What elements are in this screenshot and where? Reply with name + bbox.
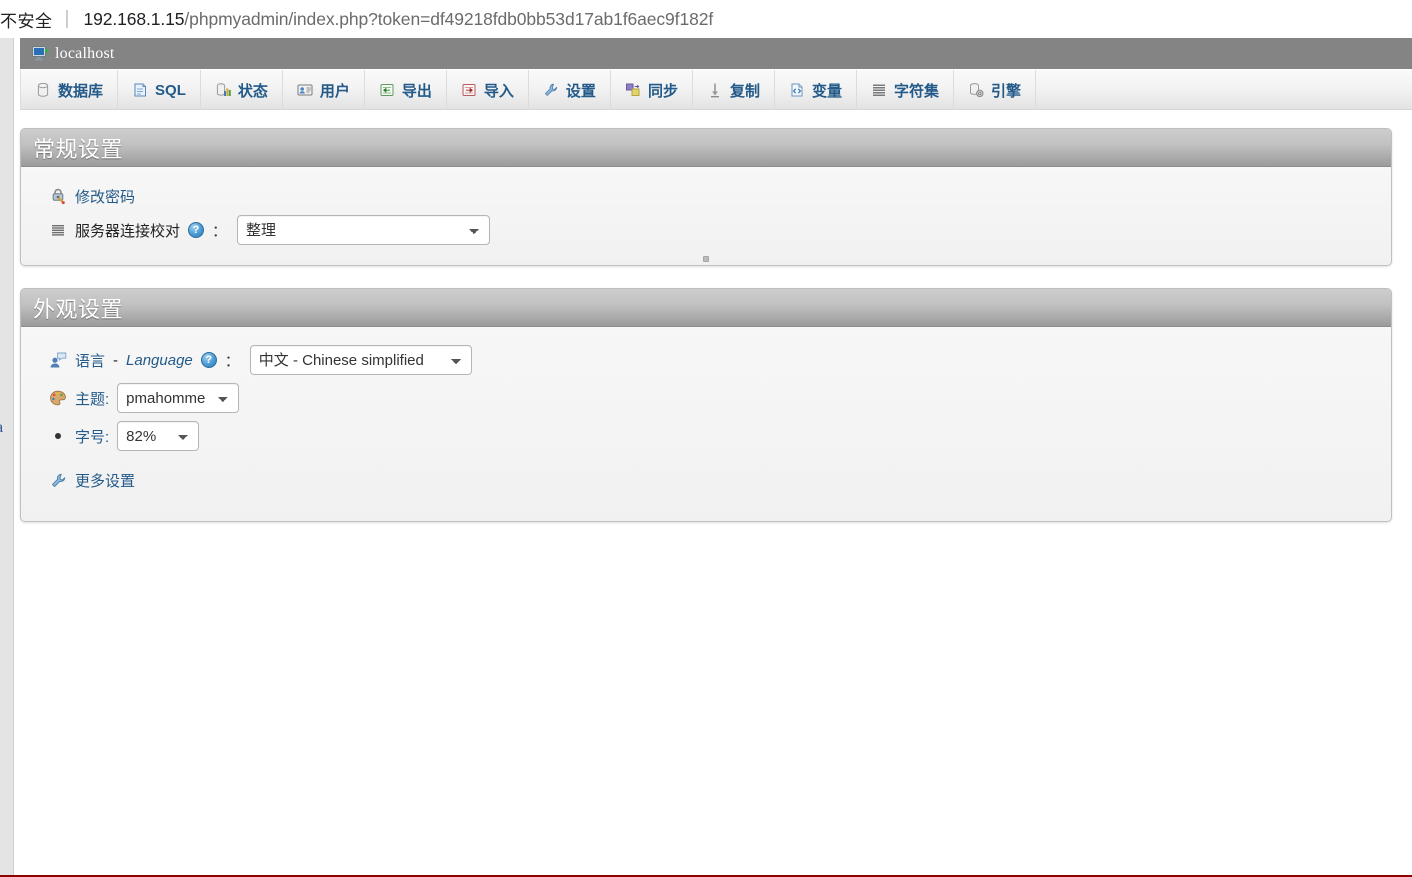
status-chart-icon: [215, 82, 231, 98]
main-tab-bar: 数据库 SQL 状态 用户 导出 导入 设置 同步 复制 变量 字符集 引擎: [20, 70, 1412, 110]
font-size-label: 字号:: [75, 428, 110, 446]
replication-icon: [707, 82, 723, 98]
tab-users[interactable]: 用户: [283, 70, 365, 110]
language-person-icon: [49, 351, 67, 369]
tab-variables[interactable]: 变量: [775, 70, 857, 110]
users-card-icon: [297, 82, 313, 98]
tab-label: 导入: [483, 82, 514, 100]
language-label-cn: 语言: [75, 352, 106, 370]
tab-charsets[interactable]: 字符集: [857, 70, 954, 110]
language-label-en: Language: [126, 351, 193, 369]
page-viewport: a localhost: [0, 38, 1412, 877]
wrench-icon: [49, 471, 67, 489]
tab-label: 用户: [319, 82, 350, 100]
tab-label: 同步: [647, 82, 678, 100]
panel-resize-grip[interactable]: [703, 256, 709, 262]
tab-label: 字符集: [893, 82, 939, 100]
tab-label: 引擎: [991, 82, 1022, 100]
connection-collation-colon: ：: [212, 222, 228, 240]
tab-label: 复制: [729, 82, 760, 100]
language-colon: ：: [224, 352, 240, 370]
database-icon: [35, 82, 51, 98]
sql-document-icon: [132, 82, 148, 98]
general-settings-panel: 常规设置 修改密码 服务器连接校对 ? ： 整理: [20, 128, 1392, 266]
tab-label: 状态: [237, 82, 268, 100]
appearance-settings-panel: 外观设置 语言 - Language ? ： 中文 - Chinese simp…: [20, 288, 1392, 522]
import-icon: [461, 82, 477, 98]
tab-export[interactable]: 导出: [365, 70, 447, 110]
tab-settings[interactable]: 设置: [529, 70, 611, 110]
page-title: 外观设置: [33, 296, 124, 322]
change-password-link[interactable]: 修改密码: [75, 186, 135, 207]
bullet-dot-icon: [49, 427, 67, 445]
main-content: localhost 数据库 SQL 状态 用户 导出 导入 设置 同步 复制 变…: [20, 38, 1412, 877]
navigation-sidebar-strip[interactable]: a: [0, 38, 14, 877]
collation-lines-icon: [49, 221, 67, 239]
server-header: localhost: [20, 38, 1412, 70]
theme-select[interactable]: pmahomme: [117, 383, 240, 413]
more-settings-link[interactable]: 更多设置: [75, 470, 135, 491]
tab-label: SQL: [155, 81, 186, 99]
connection-collation-select[interactable]: 整理: [237, 215, 491, 245]
font-size-row: 字号: 82%: [21, 417, 1391, 455]
tab-databases[interactable]: 数据库: [20, 70, 119, 110]
tab-label: 数据库: [58, 82, 104, 100]
change-password-row[interactable]: 修改密码: [21, 181, 1391, 211]
tab-synchronize[interactable]: 同步: [611, 70, 693, 110]
help-question-icon[interactable]: ?: [200, 352, 217, 368]
server-monitor-icon: [32, 46, 49, 61]
url-host: 192.168.1.15: [83, 8, 185, 29]
language-dash: -: [113, 351, 119, 369]
theme-label: 主题:: [75, 390, 110, 408]
tab-sql[interactable]: SQL: [118, 70, 201, 110]
tab-replication[interactable]: 复制: [693, 70, 775, 110]
connection-collation-row: 服务器连接校对 ? ： 整理: [21, 211, 1391, 249]
export-icon: [379, 82, 395, 98]
tab-label: 变量: [811, 82, 842, 100]
server-title: localhost: [55, 44, 115, 62]
appearance-settings-header: 外观设置: [21, 289, 1391, 327]
language-select[interactable]: 中文 - Chinese simplified: [249, 345, 472, 375]
tab-import[interactable]: 导入: [447, 70, 529, 110]
page-title: 常规设置: [33, 136, 124, 162]
url-separator: |: [64, 8, 70, 29]
tab-label: 导出: [401, 82, 432, 100]
appearance-settings-body: 语言 - Language ? ： 中文 - Chinese simplifie…: [21, 327, 1391, 521]
wrench-icon: [543, 82, 559, 98]
variables-icon: [789, 82, 805, 98]
more-settings-row[interactable]: 更多设置: [21, 465, 1391, 495]
help-question-icon[interactable]: ?: [188, 222, 205, 238]
engines-icon: [968, 82, 984, 98]
charset-icon: [871, 82, 887, 98]
tab-engines[interactable]: 引擎: [954, 70, 1037, 110]
tab-label: 设置: [565, 82, 596, 100]
synchronize-icon: [625, 82, 641, 98]
browser-url-bar[interactable]: 不安全 | 192.168.1.15/phpmyadmin/index.php?…: [0, 0, 1412, 38]
palette-icon: [49, 389, 67, 407]
url-text[interactable]: 192.168.1.15/phpmyadmin/index.php?token=…: [83, 9, 713, 30]
theme-row: 主题: pmahomme: [21, 379, 1391, 417]
general-settings-body: 修改密码 服务器连接校对 ? ： 整理: [21, 167, 1391, 265]
tab-status[interactable]: 状态: [201, 70, 283, 110]
security-status-label: 不安全: [0, 11, 53, 31]
url-path: /phpmyadmin/index.php?token=df49218fdb0b…: [184, 8, 714, 29]
sidebar-cut-text: a: [0, 419, 3, 437]
font-size-select[interactable]: 82%: [117, 421, 200, 451]
general-settings-header: 常规设置: [21, 129, 1391, 167]
connection-collation-label: 服务器连接校对: [75, 222, 181, 240]
language-row: 语言 - Language ? ： 中文 - Chinese simplifie…: [21, 341, 1391, 379]
lock-key-icon: [49, 187, 67, 205]
